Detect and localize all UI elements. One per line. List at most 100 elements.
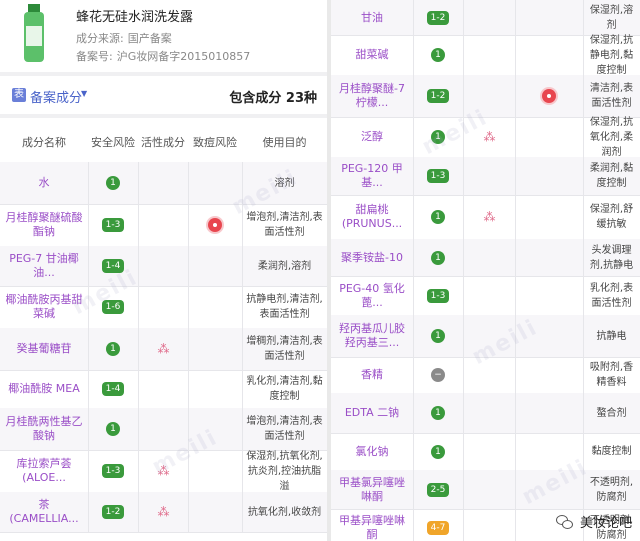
ingredient-row[interactable]: 甘油 1-2 保湿剂,溶剂 — [331, 0, 640, 36]
ingredient-name[interactable]: 甲基异噻唑啉酮 — [331, 509, 413, 541]
ingredient-row[interactable]: 聚季铵盐-10 1 头发调理剂,抗静电 — [331, 239, 640, 277]
safety-cell: 1 — [413, 35, 463, 75]
ingredient-section-bar: 表 备案成分 ▼ 包含成分 23种 — [0, 80, 327, 110]
product-title: 蜂花无硅水润洗发露 — [76, 10, 194, 25]
caret-down-icon[interactable]: ▼ — [81, 89, 87, 98]
ingredient-name[interactable]: 泛醇 — [331, 117, 413, 157]
ingredient-name[interactable]: 水 — [0, 162, 88, 204]
usage-purpose: 保湿剂,抗氧化剂,柔润剂 — [589, 116, 634, 158]
usage-purpose: 清洁剂,表面活性剂 — [589, 83, 634, 109]
ingredient-name[interactable]: 癸基葡糖苷 — [0, 328, 88, 370]
safety-cell: 1-3 — [413, 157, 463, 195]
column-header: 安全风险 — [91, 136, 135, 149]
active-cell: ⁂ — [138, 328, 188, 370]
safety-cell: 1-3 — [88, 450, 138, 492]
ingredient-name[interactable]: 椰油酰胺 MEA — [0, 370, 88, 408]
safety-cell: 1-2 — [413, 75, 463, 117]
ingredient-name[interactable]: PEG-120 甲基... — [331, 157, 413, 195]
active-cell — [463, 433, 515, 470]
ingredient-row[interactable]: PEG-120 甲基... 1-3 柔润剂,黏度控制 — [331, 157, 640, 196]
ingredient-name[interactable]: 甘油 — [331, 0, 413, 35]
acne-cell — [515, 117, 583, 157]
acne-cell — [188, 370, 242, 408]
product-header: 蜂花无硅水润洗发露 成分来源: 国产备案 备案号: 沪G妆网备字2015010857 — [0, 0, 327, 72]
safety-cell: 1-2 — [413, 0, 463, 35]
safety-risk-badge: 1 — [106, 176, 120, 190]
usage-purpose: 柔润剂,溶剂 — [257, 260, 312, 272]
ingredient-row[interactable]: 月桂酰两性基乙酸钠 1 增泡剂,清洁剂,表面活性剂 — [0, 408, 327, 451]
ingredient-name[interactable]: 甜扁桃(PRUNUS... — [331, 195, 413, 239]
ingredient-name[interactable]: 月桂醇聚醚硫酸酯钠 — [0, 204, 88, 246]
wechat-icon — [555, 514, 574, 529]
ingredient-name[interactable]: 甜菜碱 — [331, 35, 413, 75]
ingredient-name[interactable]: 甲基氯异噻唑啉酮 — [331, 470, 413, 509]
safety-cell: 1 — [413, 239, 463, 276]
ingredient-name[interactable]: 聚季铵盐-10 — [331, 239, 413, 276]
active-cell — [138, 370, 188, 408]
safety-cell: 4-7 — [413, 509, 463, 541]
acne-cell — [515, 357, 583, 393]
active-cell: ⁂ — [463, 195, 515, 239]
active-ingredient-icon: ⁂ — [157, 342, 170, 356]
safety-risk-badge: 1 — [431, 250, 445, 265]
safety-risk-badge: 1-2 — [427, 89, 449, 103]
ingredient-count: 包含成分 23种 — [229, 91, 317, 106]
active-cell — [463, 276, 515, 315]
usage-purpose: 螯合剂 — [596, 407, 627, 419]
ingredient-name[interactable]: 茶(CAMELLIA... — [0, 492, 88, 532]
ingredient-row[interactable]: 茶(CAMELLIA... 1-2 ⁂ 抗氧化剂,收敛剂 — [0, 492, 327, 533]
usage-purpose: 抗静电剂,清洁剂,表面活性剂 — [246, 294, 323, 320]
safety-risk-badge: 1 — [106, 422, 120, 436]
safety-risk-badge: 1 — [106, 342, 120, 356]
safety-risk-badge: 1-3 — [102, 218, 124, 232]
safety-risk-badge: 2-5 — [427, 482, 449, 497]
product-bottle-image — [24, 4, 44, 62]
safety-risk-badge: 4-7 — [427, 521, 449, 535]
ingredient-name[interactable]: PEG-7 甘油椰油... — [0, 246, 88, 286]
safety-cell: − — [413, 357, 463, 393]
acne-risk-icon — [208, 218, 222, 232]
ingredient-row[interactable]: 氯化钠 1 黏度控制 — [331, 433, 640, 471]
ingredient-row[interactable]: EDTA 二钠 1 螯合剂 — [331, 393, 640, 434]
ingredient-name[interactable]: 香精 — [331, 357, 413, 393]
ingredient-row[interactable]: 甜菜碱 1 保湿剂,抗静电剂,黏度控制 — [331, 35, 640, 76]
safety-risk-badge: 1 — [431, 329, 445, 343]
ingredient-row[interactable]: 椰油酰胺丙基甜菜碱 1-6 抗静电剂,清洁剂,表面活性剂 — [0, 286, 327, 329]
ingredient-name[interactable]: 库拉索芦荟(ALOE... — [0, 450, 88, 492]
divider — [0, 72, 327, 76]
active-cell — [138, 246, 188, 286]
right-panel: 甘油 1-2 保湿剂,溶剂 甜菜碱 1 保湿剂,抗静电剂,黏度控制 月桂醇聚醚-7 柠檬..… — [331, 0, 640, 541]
safety-risk-badge: 1-2 — [427, 10, 449, 25]
ingredient-row[interactable]: PEG-7 甘油椰油... 1-4 柔润剂,溶剂 — [0, 246, 327, 287]
ingredient-name[interactable]: PEG-40 氢化蓖... — [331, 276, 413, 315]
ingredient-row[interactable]: 椰油酰胺 MEA 1-4 乳化剂,清洁剂,黏度控制 — [0, 370, 327, 409]
ingredient-name[interactable]: EDTA 二钠 — [331, 393, 413, 433]
ingredient-row[interactable]: 月桂醇聚醚-7 柠檬... 1-2 清洁剂,表面活性剂 — [331, 75, 640, 118]
ingredient-name[interactable]: 月桂酰两性基乙酸钠 — [0, 408, 88, 450]
safety-cell: 1 — [413, 195, 463, 239]
usage-purpose: 保湿剂,舒缓抗敏 — [589, 204, 634, 230]
source-value: 国产备案 — [127, 32, 172, 45]
safety-cell: 1 — [88, 328, 138, 370]
ingredient-name[interactable]: 月桂醇聚醚-7 柠檬... — [331, 75, 413, 117]
section-dropdown[interactable]: 备案成分 — [30, 87, 82, 106]
safety-cell: 1 — [413, 433, 463, 470]
ingredient-row[interactable]: 甲基氯异噻唑啉酮 2-5 不透明剂,防腐剂 — [331, 470, 640, 510]
ingredient-name[interactable]: 羟丙基瓜儿胶羟丙基三... — [331, 315, 413, 357]
record-line: 备案号: 沪G妆网备字2015010857 — [76, 48, 250, 64]
ingredient-row[interactable]: 癸基葡糖苷 1 ⁂ 增稠剂,清洁剂,表面活性剂 — [0, 328, 327, 371]
acne-cell — [188, 246, 242, 286]
acne-cell — [515, 195, 583, 239]
ingredient-row[interactable]: PEG-40 氢化蓖... 1-3 乳化剂,表面活性剂 — [331, 276, 640, 316]
ingredient-name[interactable]: 氯化钠 — [331, 433, 413, 470]
ingredient-row[interactable]: 月桂醇聚醚硫酸酯钠 1-3 增泡剂,清洁剂,表面活性剂 — [0, 204, 327, 247]
usage-purpose: 保湿剂,抗氧化剂,抗炎剂,控油抗脂溢 — [246, 450, 323, 492]
active-cell — [138, 204, 188, 246]
ingredient-row[interactable]: 甜扁桃(PRUNUS... 1 ⁂ 保湿剂,舒缓抗敏 — [331, 195, 640, 240]
active-cell — [463, 35, 515, 75]
safety-cell: 1 — [88, 408, 138, 450]
safety-cell: 1 — [413, 315, 463, 357]
safety-risk-badge: 1-3 — [102, 464, 124, 478]
active-ingredient-icon: ⁂ — [483, 130, 496, 144]
active-cell — [463, 470, 515, 509]
